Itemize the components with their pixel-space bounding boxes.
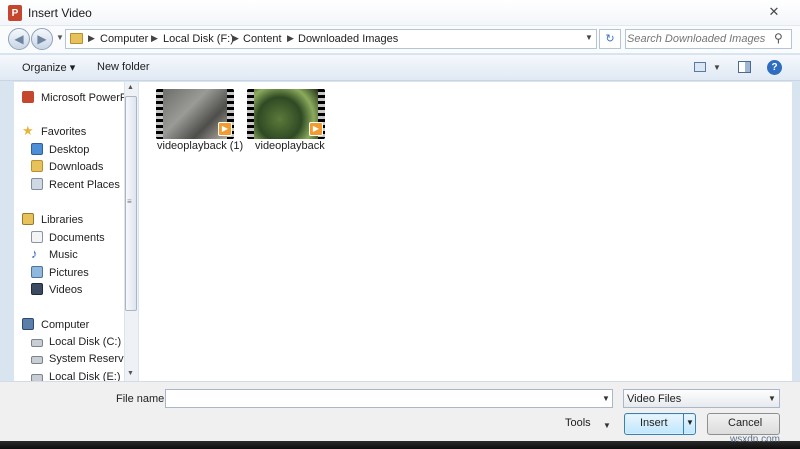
file-name-label[interactable]: videoplayback (1) — [157, 140, 243, 152]
powerpoint-icon: P — [8, 5, 22, 21]
nav-item-libraries[interactable]: Libraries — [41, 214, 83, 226]
tools-dropdown-icon[interactable]: ▼ — [603, 421, 611, 430]
nav-item-videos[interactable]: Videos — [49, 284, 82, 296]
breadcrumb-content[interactable]: Content — [243, 33, 282, 45]
video-thumbnail[interactable]: ▶ — [156, 89, 234, 139]
breadcrumb-computer[interactable]: Computer — [100, 33, 148, 45]
nav-item-desktop[interactable]: Desktop — [49, 144, 89, 156]
insert-split-divider — [683, 414, 684, 434]
file-type-dropdown-icon[interactable]: ▼ — [768, 394, 776, 403]
music-icon: ♪ — [31, 246, 38, 261]
folder-icon — [70, 33, 83, 44]
nav-item-system-reserved[interactable]: System Reserved — [49, 353, 124, 365]
nav-item-local-disk-e[interactable]: Local Disk (E:) — [49, 371, 121, 381]
nav-item-documents[interactable]: Documents — [49, 232, 105, 244]
insert-options-dropdown-icon[interactable]: ▼ — [686, 418, 694, 427]
file-name-dropdown-icon[interactable]: ▼ — [602, 394, 610, 403]
insert-button-label[interactable]: Insert — [640, 417, 668, 429]
back-button[interactable]: ◀ — [8, 28, 30, 50]
nav-item-microsoft-powerpoint[interactable]: Microsoft PowerPoint — [41, 92, 124, 104]
search-icon[interactable]: ⚲ — [774, 31, 783, 45]
desktop-icon — [31, 143, 43, 155]
drive-icon — [31, 356, 43, 364]
computer-icon — [22, 318, 34, 330]
new-folder-button[interactable]: New folder — [97, 61, 150, 73]
nav-item-computer[interactable]: Computer — [41, 319, 89, 331]
breadcrumb-local-disk-f[interactable]: Local Disk (F:) — [163, 33, 234, 45]
refresh-button[interactable]: ↻ — [599, 29, 621, 49]
libraries-icon — [22, 213, 34, 225]
nav-item-favorites[interactable]: Favorites — [41, 126, 86, 138]
address-dropdown-icon[interactable]: ▼ — [585, 33, 593, 42]
documents-icon — [31, 231, 43, 243]
view-options-dropdown-icon[interactable]: ▼ — [713, 63, 721, 72]
star-icon: ★ — [22, 123, 34, 138]
file-type-select[interactable]: Video Files — [623, 389, 780, 408]
videos-icon — [31, 283, 43, 295]
scrollbar-grip-icon: ≡ — [127, 197, 132, 206]
nav-item-recent-places[interactable]: Recent Places — [49, 179, 120, 191]
cancel-button-label[interactable]: Cancel — [728, 417, 762, 429]
drive-icon — [31, 339, 43, 347]
downloads-icon — [31, 160, 43, 172]
close-button[interactable]: ✕ — [760, 4, 788, 20]
play-icon: ▶ — [218, 122, 232, 136]
film-strip — [156, 89, 163, 139]
forward-button[interactable]: ▶ — [31, 28, 53, 50]
recent-locations-dropdown-icon[interactable]: ▼ — [56, 33, 64, 42]
breadcrumb-separator[interactable]: ▶ — [232, 33, 239, 44]
scroll-up-icon[interactable]: ▲ — [127, 84, 134, 91]
help-icon[interactable]: ? — [767, 60, 782, 75]
nav-item-pictures[interactable]: Pictures — [49, 267, 89, 279]
change-view-icon[interactable] — [694, 62, 706, 72]
nav-item-downloads[interactable]: Downloads — [49, 161, 103, 173]
preview-pane-icon[interactable] — [738, 61, 751, 73]
play-icon: ▶ — [309, 122, 323, 136]
organize-button[interactable]: Organize ▾ — [22, 61, 75, 74]
breadcrumb-separator[interactable]: ▶ — [151, 33, 158, 44]
drive-icon — [31, 374, 43, 381]
title-bar — [0, 0, 800, 26]
breadcrumb-downloaded-images[interactable]: Downloaded Images — [298, 33, 398, 45]
file-name-field-label: File name: — [116, 393, 168, 405]
taskbar-strip — [0, 441, 800, 449]
navigation-pane: Microsoft PowerPoint ★ Favorites Desktop… — [14, 82, 124, 381]
breadcrumb-separator[interactable]: ▶ — [287, 33, 294, 44]
file-list — [139, 82, 792, 381]
film-strip — [247, 89, 254, 139]
recent-places-icon — [31, 178, 43, 190]
video-thumbnail[interactable]: ▶ — [247, 89, 325, 139]
watermark: wsxdn.com — [730, 434, 781, 445]
powerpoint-icon — [22, 91, 34, 103]
tools-button[interactable]: Tools — [565, 417, 591, 429]
file-name-label[interactable]: videoplayback — [255, 140, 325, 152]
pictures-icon — [31, 266, 43, 278]
nav-item-music[interactable]: Music — [49, 249, 78, 261]
search-input[interactable] — [627, 31, 772, 47]
scroll-down-icon[interactable]: ▼ — [127, 370, 134, 377]
file-name-input[interactable] — [168, 391, 593, 406]
window-title: Insert Video — [28, 6, 92, 20]
breadcrumb-separator[interactable]: ▶ — [88, 33, 95, 44]
nav-item-local-disk-c[interactable]: Local Disk (C:) — [49, 336, 121, 348]
